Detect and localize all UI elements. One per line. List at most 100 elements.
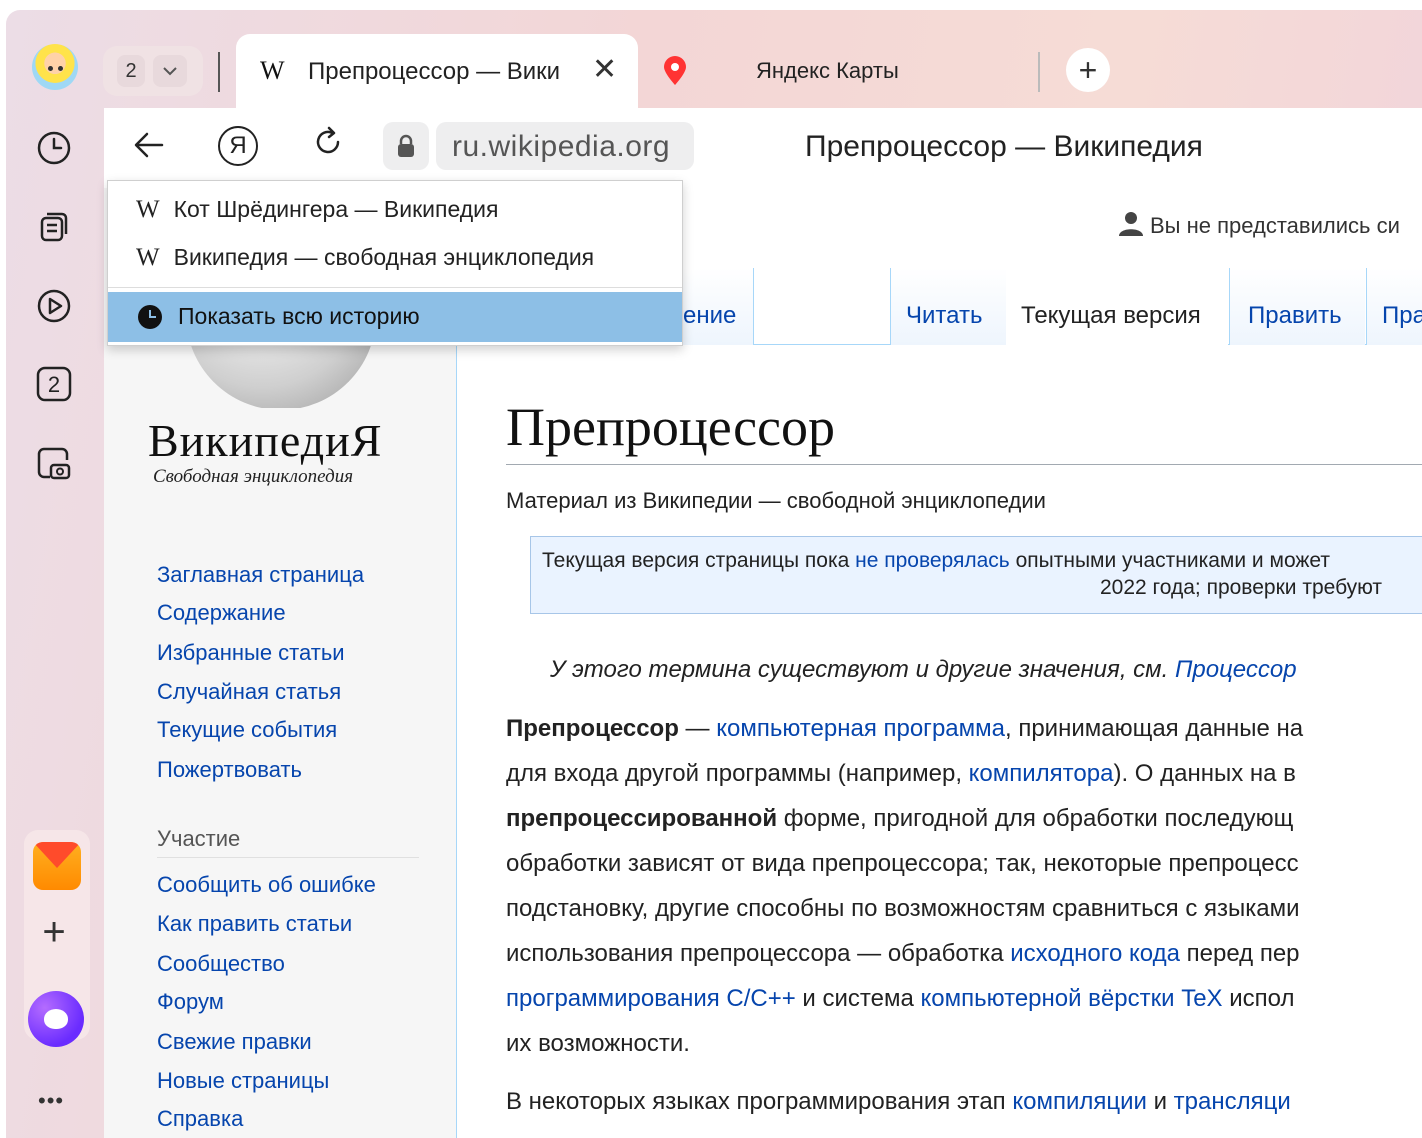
notice-text-part: опытными участниками и может: [1009, 549, 1331, 572]
hatnote: У этого термина существуют и другие знач…: [550, 656, 1297, 684]
user-status[interactable]: Вы не представились си: [1118, 210, 1400, 239]
history-item[interactable]: W Кот Шрёдингера — Википедия: [136, 196, 498, 224]
wikipedia-favicon-icon: W: [136, 196, 160, 223]
tab-yandex-maps[interactable]: Яндекс Карты: [756, 58, 899, 84]
mail-icon[interactable]: [33, 842, 81, 890]
nav-link-contents[interactable]: Содержание: [157, 600, 286, 626]
article-link[interactable]: компьютерной вёрстки TeX: [921, 985, 1223, 1012]
video-play-icon[interactable]: [32, 284, 76, 328]
wikipedia-favicon-icon: W: [260, 56, 285, 85]
wikipedia-wordmark[interactable]: ВикипедиЯ: [148, 414, 382, 467]
history-icon[interactable]: [32, 126, 76, 170]
add-app-icon[interactable]: +: [32, 910, 76, 954]
nav-link-community[interactable]: Сообщество: [157, 951, 285, 977]
paragraph-line: их возможности.: [506, 1030, 690, 1057]
collections-icon[interactable]: [32, 204, 76, 248]
paragraph-line: использования препроцессора — обработка …: [506, 940, 1300, 968]
article-subtitle: Материал из Википедии — свободной энцикл…: [506, 488, 1046, 513]
paragraph-line: Препроцессор — компьютерная программа, п…: [506, 715, 1303, 743]
tab-wikipedia[interactable]: W Препроцессор — Вики ✕: [236, 34, 638, 108]
close-tab-icon[interactable]: ✕: [592, 52, 617, 87]
tab-current-version-label[interactable]: Текущая версия: [1021, 302, 1201, 330]
new-tab-button[interactable]: +: [1066, 48, 1110, 92]
article-link[interactable]: исходного кода: [1010, 940, 1180, 967]
page-title: Препроцессор — Википедия: [805, 130, 1203, 163]
text: для входа другой программы (например,: [506, 760, 969, 787]
not-reviewed-link[interactable]: не проверялась: [855, 549, 1010, 572]
text: и: [1146, 1088, 1174, 1115]
tab-read-label[interactable]: Читать: [906, 302, 982, 330]
tab-edit-label[interactable]: Править: [1248, 302, 1342, 330]
nav-link-recent-changes[interactable]: Свежие правки: [157, 1029, 312, 1055]
back-button[interactable]: [132, 128, 166, 171]
text: ). О данных на в: [1113, 760, 1296, 787]
screenshot-icon[interactable]: [32, 442, 76, 486]
history-item-label: Кот Шрёдингера — Википедия: [173, 196, 499, 222]
nav-link-current-events[interactable]: Текущие события: [157, 717, 337, 743]
paragraph-line: для входа другой программы (например, ко…: [506, 760, 1296, 788]
profile-avatar[interactable]: [32, 44, 78, 90]
tab-group-switcher[interactable]: 2: [103, 46, 203, 96]
divider: [506, 464, 1422, 465]
paragraph-line: программирования C/C++ и система компьют…: [506, 985, 1294, 1013]
nav-link-help[interactable]: Справка: [157, 1106, 243, 1132]
clock-icon: [138, 304, 162, 329]
user-icon: [1119, 212, 1143, 236]
article-link[interactable]: компилятора: [969, 760, 1114, 787]
notice-text-part: Текущая версия страницы пока: [542, 549, 856, 572]
nav-link-main-page[interactable]: Заглавная страница: [157, 562, 364, 588]
tab-separator: [1038, 52, 1040, 92]
article-link[interactable]: компьютерная программа: [716, 715, 1005, 742]
tab-separator: [218, 52, 220, 92]
hatnote-text: У этого термина существуют и другие знач…: [550, 656, 1175, 683]
text: перед пер: [1179, 940, 1300, 967]
paragraph-line: подстановку, другие способны по возможно…: [506, 895, 1300, 922]
text: испол: [1222, 985, 1295, 1012]
wikipedia-tagline: Свободная энциклопедия: [153, 466, 354, 487]
toolbar: [104, 108, 1422, 188]
tab-discussion-label[interactable]: ение: [683, 302, 736, 330]
nav-link-forum[interactable]: Форум: [157, 989, 224, 1015]
article-link[interactable]: компиляции: [1012, 1088, 1147, 1115]
tabs-count-icon[interactable]: 2: [32, 362, 76, 406]
tabs-count-text: 2: [48, 372, 60, 397]
user-status-text: Вы не представились си: [1150, 213, 1400, 238]
url-text[interactable]: ru.wikipedia.org: [452, 130, 670, 164]
paragraph-line: препроцессированной форме, пригодной для…: [506, 805, 1293, 833]
nav-link-report-error[interactable]: Сообщить об ошибке: [157, 872, 376, 898]
wikipedia-favicon-icon: W: [136, 244, 160, 271]
lock-icon[interactable]: [383, 122, 429, 170]
divider: [157, 857, 419, 858]
show-all-history[interactable]: Показать всю историю: [138, 303, 420, 330]
text: , принимающая данные на: [1004, 715, 1304, 742]
nav-link-random[interactable]: Случайная статья: [157, 679, 341, 705]
article-link[interactable]: программирования C/C++: [506, 985, 796, 1012]
history-item[interactable]: W Википедия — свободная энциклопедия: [136, 244, 594, 272]
reload-button[interactable]: [310, 124, 346, 169]
text: В некоторых языках программирования этап: [506, 1088, 1013, 1115]
map-pin-icon: [662, 56, 688, 91]
hatnote-link[interactable]: Процессор: [1175, 656, 1297, 683]
more-menu-icon[interactable]: •••: [38, 1088, 64, 1114]
tab-count-badge[interactable]: 2: [117, 55, 145, 87]
chevron-down-icon[interactable]: [153, 55, 187, 87]
tab-title: Препроцессор — Вики: [308, 58, 561, 85]
yandex-button[interactable]: Я: [218, 126, 258, 166]
paragraph-line: обработки зависят от вида препроцессора;…: [506, 850, 1299, 877]
divider: [456, 345, 457, 1138]
participation-heading: Участие: [157, 826, 241, 851]
bold-term: Препроцессор: [506, 715, 679, 742]
review-notice: [530, 536, 1422, 614]
text: форме, пригодной для обработки последующ: [777, 805, 1294, 832]
alice-assistant-icon[interactable]: [28, 991, 84, 1047]
text: —: [678, 715, 717, 742]
article-link[interactable]: трансляци: [1174, 1088, 1291, 1115]
divider: [108, 287, 682, 288]
tab-edit-source-label[interactable]: Пра: [1382, 302, 1422, 330]
notice-text-line2: 2022 года; проверки требуют: [1100, 576, 1383, 599]
nav-link-new-pages[interactable]: Новые страницы: [157, 1068, 329, 1094]
nav-link-donate[interactable]: Пожертвовать: [157, 757, 302, 783]
nav-link-how-to-edit[interactable]: Как править статьи: [157, 911, 352, 937]
nav-link-featured[interactable]: Избранные статьи: [157, 640, 345, 666]
paragraph-line: В некоторых языках программирования этап…: [506, 1088, 1291, 1116]
